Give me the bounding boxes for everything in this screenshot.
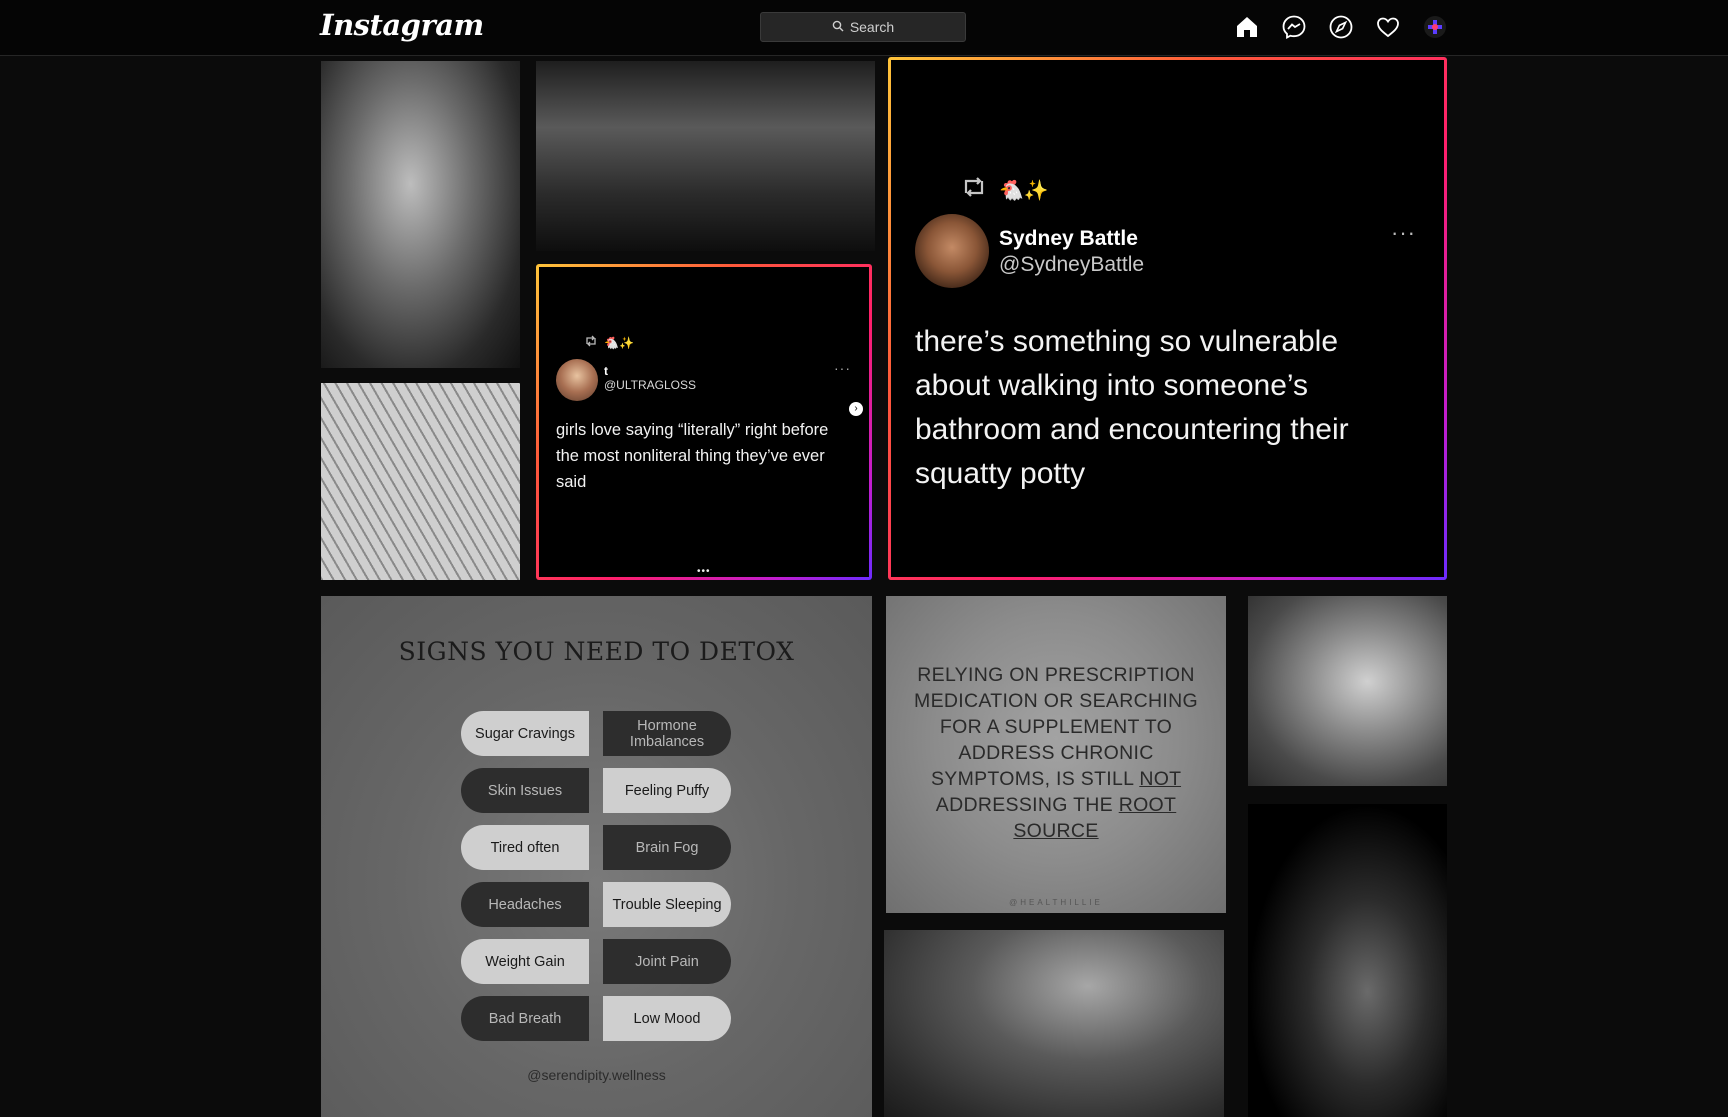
detox-pill: Bad Breath	[461, 996, 589, 1041]
tweet-card-large[interactable]: 🐔✨ Sydney Battle @SydneyBattle ··· there…	[888, 57, 1447, 580]
photo-architecture[interactable]	[321, 383, 520, 580]
heart-icon[interactable]	[1375, 14, 1401, 40]
detox-pill: Weight Gain	[461, 939, 589, 984]
home-icon[interactable]	[1234, 14, 1260, 40]
instagram-logo[interactable]: Instagram	[320, 8, 484, 42]
detox-pill: Trouble Sleeping	[603, 882, 731, 927]
tweet-author-name: Sydney Battle	[999, 227, 1138, 250]
tweet-card-small[interactable]: 🐔✨ t @ULTRAGLOSS ··· › girls love saying…	[536, 264, 872, 580]
detox-pill: Skin Issues	[461, 768, 589, 813]
photo-two-women[interactable]	[321, 61, 520, 368]
detox-title: SIGNS YOU NEED TO DETOX	[398, 637, 795, 666]
detox-pill: Tired often	[461, 825, 589, 870]
quote-text-part: ADDRESSING THE	[935, 794, 1119, 816]
explore-icon[interactable]	[1328, 14, 1354, 40]
search-icon	[832, 19, 844, 35]
photo-couple-walking[interactable]	[1248, 804, 1447, 1117]
tweet-author-handle: @SydneyBattle	[999, 253, 1145, 276]
detox-pill: Joint Pain	[603, 939, 731, 984]
search-input[interactable]: Search	[760, 12, 966, 42]
quote-credit: @HEALTHILLIE	[1009, 898, 1103, 907]
carousel-indicator: •••	[697, 566, 711, 577]
detox-credit: @serendipity.wellness	[527, 1067, 666, 1083]
quote-text: RELYING ON PRESCRIPTION MEDICATION OR SE…	[906, 662, 1206, 844]
detox-pill: Feeling Puffy	[603, 768, 731, 813]
retweet-icon	[584, 335, 598, 350]
profile-avatar[interactable]	[1422, 14, 1448, 40]
detox-signs-card[interactable]: SIGNS YOU NEED TO DETOX Sugar Cravings H…	[321, 596, 872, 1117]
photo-woman-phone[interactable]	[1248, 596, 1447, 786]
tweet-text: there’s something so vulnerable about wa…	[915, 325, 1349, 490]
photo-hands-phones[interactable]	[884, 930, 1224, 1117]
reaction-emoji: 🐔✨	[604, 335, 634, 350]
search-placeholder: Search	[849, 19, 895, 35]
reaction-emoji: 🐔✨	[999, 179, 1049, 202]
tweet-author-name: t	[604, 364, 608, 378]
quote-text-underlined: NOT	[1139, 768, 1182, 790]
more-options-icon[interactable]: ···	[1391, 220, 1416, 246]
top-nav: Instagram Search	[0, 0, 1728, 56]
detox-pill: Hormone Imbalances	[603, 711, 731, 756]
detox-pill-grid: Sugar Cravings Hormone Imbalances Skin I…	[461, 711, 733, 1041]
detox-pill: Sugar Cravings	[461, 711, 589, 756]
detox-pill: Headaches	[461, 882, 589, 927]
detox-pill: Low Mood	[603, 996, 731, 1041]
tweet-author-handle: @ULTRAGLOSS	[604, 378, 696, 392]
next-slide-button[interactable]: ›	[849, 402, 863, 416]
avatar	[915, 214, 989, 288]
retweet-icon	[961, 176, 987, 204]
detox-pill: Brain Fog	[603, 825, 731, 870]
avatar	[556, 359, 598, 401]
messenger-icon[interactable]	[1281, 14, 1307, 40]
tweet-text: girls love saying “literally” right befo…	[556, 421, 829, 491]
more-options-icon[interactable]: ···	[834, 360, 851, 376]
photo-concert-phones[interactable]	[536, 61, 875, 251]
quote-card[interactable]: RELYING ON PRESCRIPTION MEDICATION OR SE…	[886, 596, 1226, 913]
